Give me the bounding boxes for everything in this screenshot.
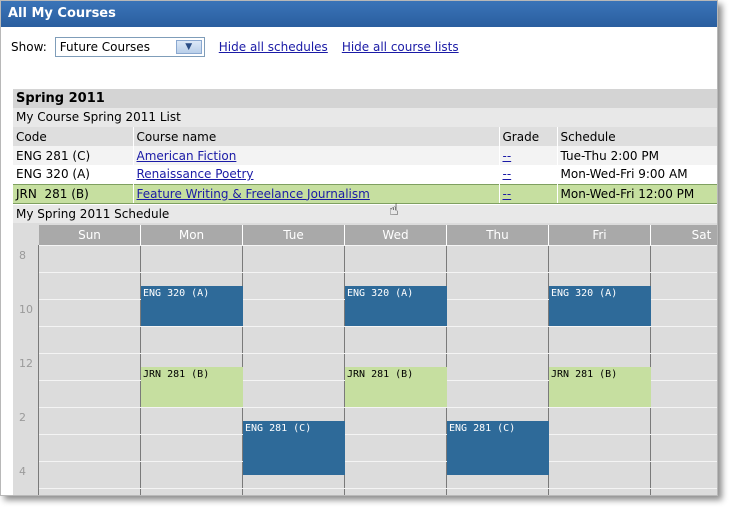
day-header-sat: Sat xyxy=(651,225,717,245)
term-heading: Spring 2011 xyxy=(13,89,717,108)
day-header-fri: Fri xyxy=(549,225,651,245)
calendar-column-divider xyxy=(38,245,39,495)
calendar-hour-line xyxy=(39,461,717,462)
course-list-title: My Course Spring 2011 List xyxy=(13,108,717,127)
show-dropdown-value: Future Courses xyxy=(59,40,150,54)
table-row-selected[interactable]: JRN 281 (B) Feature Writing & Freelance … xyxy=(13,183,717,204)
calendar-hour-line xyxy=(39,353,717,354)
calendar-hour-line xyxy=(39,434,717,435)
weekly-schedule-calendar: Sun Mon Tue Wed Thu Fri Sat 8 10 12 2 4 … xyxy=(13,223,717,495)
schedule-title: My Spring 2011 Schedule xyxy=(13,205,717,223)
course-code: ENG 320 (A) xyxy=(13,165,134,184)
hand-cursor-icon: ☝ xyxy=(389,200,399,219)
all-my-courses-window: All My Courses Show: Future Courses ▼ Hi… xyxy=(0,0,718,496)
calendar-event[interactable]: JRN 281 (B) xyxy=(345,366,447,407)
course-name-link[interactable]: American Fiction xyxy=(137,149,237,163)
calendar-event[interactable]: JRN 281 (B) xyxy=(141,366,243,407)
course-schedule: Mon-Wed-Fri 9:00 AM xyxy=(557,165,717,184)
show-label: Show: xyxy=(11,40,47,54)
calendar-hour-line xyxy=(39,326,717,327)
column-header-course-name: Course name xyxy=(133,127,500,146)
hour-label: 10 xyxy=(19,303,33,316)
hide-all-schedules-link[interactable]: Hide all schedules xyxy=(219,40,328,54)
course-table: Code Course name Grade Schedule ENG 281 … xyxy=(13,127,717,204)
grade-link[interactable]: -- xyxy=(503,187,512,201)
course-code: JRN 281 (B) xyxy=(13,183,134,204)
calendar-hour-line xyxy=(39,272,717,273)
column-header-code: Code xyxy=(13,127,134,146)
show-filter-row: Show: Future Courses ▼ Hide all schedule… xyxy=(11,37,459,57)
day-header-tue: Tue xyxy=(243,225,345,245)
course-table-header: Code Course name Grade Schedule xyxy=(13,127,717,146)
window-title: All My Courses xyxy=(1,1,717,27)
hour-label: 8 xyxy=(19,249,26,262)
course-schedule: Mon-Wed-Fri 12:00 PM xyxy=(557,183,717,204)
calendar-day-headers: Sun Mon Tue Wed Thu Fri Sat xyxy=(39,225,717,245)
column-header-grade: Grade xyxy=(499,127,558,146)
calendar-event[interactable]: ENG 281 (C) xyxy=(447,420,549,475)
calendar-event[interactable]: JRN 281 (B) xyxy=(549,366,651,407)
grade-link[interactable]: -- xyxy=(503,149,512,163)
day-header-sun: Sun xyxy=(39,225,141,245)
day-header-mon: Mon xyxy=(141,225,243,245)
table-row[interactable]: ENG 320 (A) Renaissance Poetry -- Mon-We… xyxy=(13,165,717,184)
table-row[interactable]: ENG 281 (C) American Fiction -- Tue-Thu … xyxy=(13,146,717,165)
course-schedule: Tue-Thu 2:00 PM xyxy=(557,146,717,165)
hour-label: 4 xyxy=(19,465,26,478)
course-name-link[interactable]: Renaissance Poetry xyxy=(137,167,254,181)
course-name-link[interactable]: Feature Writing & Freelance Journalism xyxy=(137,187,370,201)
day-header-wed: Wed xyxy=(345,225,447,245)
chevron-down-icon[interactable]: ▼ xyxy=(175,40,202,54)
hide-all-course-lists-link[interactable]: Hide all course lists xyxy=(342,40,459,54)
calendar-hour-line xyxy=(39,488,717,489)
calendar-event[interactable]: ENG 320 (A) xyxy=(345,285,447,326)
day-header-thu: Thu xyxy=(447,225,549,245)
hour-label: 12 xyxy=(19,357,33,370)
calendar-hour-line xyxy=(39,245,717,246)
calendar-event[interactable]: ENG 320 (A) xyxy=(141,285,243,326)
grade-link[interactable]: -- xyxy=(503,167,512,181)
calendar-hour-line xyxy=(39,407,717,408)
column-header-schedule: Schedule xyxy=(557,127,717,146)
calendar-event[interactable]: ENG 320 (A) xyxy=(549,285,651,326)
hour-label: 2 xyxy=(19,411,26,424)
course-code: ENG 281 (C) xyxy=(13,146,134,165)
show-dropdown[interactable]: Future Courses ▼ xyxy=(54,37,205,57)
calendar-event[interactable]: ENG 281 (C) xyxy=(243,420,345,475)
